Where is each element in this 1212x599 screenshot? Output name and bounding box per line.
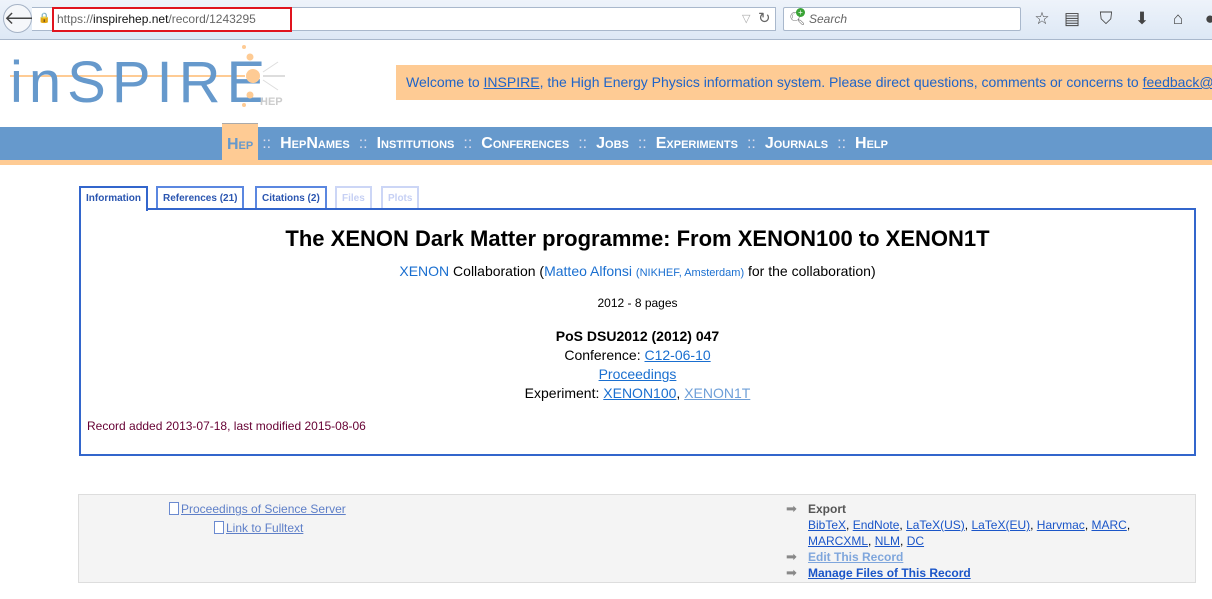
affiliation-link[interactable]: (NIKHEF, Amsterdam) <box>636 267 744 279</box>
export-latex-eu[interactable]: LaTeX(EU) <box>971 518 1030 532</box>
search-placeholder: Search <box>809 12 847 26</box>
nav-conferences[interactable]: Conferences <box>476 127 574 160</box>
experiment-xenon1t-link[interactable]: XENON1T <box>684 385 750 401</box>
banner-text: , the High Energy Physics information sy… <box>540 74 1143 90</box>
reload-icon[interactable]: ↻ <box>758 9 771 27</box>
chat-icon[interactable]: ● <box>1199 9 1212 29</box>
record-detail: The XENON Dark Matter programme: From XE… <box>79 208 1196 456</box>
nav-experiments[interactable]: Experiments <box>651 127 743 160</box>
download-icon[interactable]: ⬇ <box>1131 9 1153 29</box>
arrow-right-icon: ➡ <box>786 501 797 517</box>
pos-server-link[interactable]: Proceedings of Science Server <box>169 502 346 516</box>
nav-institutions[interactable]: Institutions <box>372 127 460 160</box>
nav-separator: :: <box>833 135 850 153</box>
export-nlm[interactable]: NLM <box>875 534 900 548</box>
pocket-icon[interactable]: ⛉ <box>1095 9 1117 29</box>
export-label: Export <box>808 502 846 516</box>
tab-plots: Plots <box>381 186 419 209</box>
record-dates: Record added 2013-07-18, last modified 2… <box>87 419 366 433</box>
document-icon <box>214 521 224 534</box>
inspire-logo[interactable]: inSPIRE HEP <box>10 42 300 112</box>
search-input[interactable]: 🔍︎+ Search <box>783 7 1021 31</box>
url-domain: inspirehep.net <box>93 12 168 26</box>
author-link[interactable]: Matteo Alfonsi <box>544 263 632 279</box>
feedback-email-link[interactable]: feedback@inspirehep.net <box>1143 74 1212 90</box>
tab-information[interactable]: Information <box>79 186 148 211</box>
export-marc[interactable]: MARC <box>1091 518 1126 532</box>
export-bibtex[interactable]: BibTeX <box>808 518 846 532</box>
fulltext-link[interactable]: Link to Fulltext <box>214 521 303 535</box>
conference-label: Conference: <box>564 347 644 363</box>
url-text[interactable]: https://inspirehep.net/record/1243295 <box>52 7 292 32</box>
export-harvmac[interactable]: Harvmac <box>1037 518 1085 532</box>
nav-jobs[interactable]: Jobs <box>591 127 634 160</box>
url-bar[interactable]: 🔒 https://inspirehep.net/record/1243295 … <box>32 7 776 31</box>
proceedings-link[interactable]: Proceedings <box>599 366 677 382</box>
url-prefix: https:// <box>57 12 93 26</box>
export-dc[interactable]: DC <box>907 534 924 548</box>
reading-list-icon[interactable]: ▤ <box>1061 9 1083 29</box>
lock-icon: 🔒 <box>38 13 48 25</box>
document-icon <box>169 502 179 515</box>
nav-separator: :: <box>459 135 476 153</box>
authors-text: Collaboration ( <box>449 263 544 279</box>
nav-separator: :: <box>355 135 372 153</box>
conference-link[interactable]: C12-06-10 <box>645 347 711 363</box>
banner-text: Welcome to <box>406 74 484 90</box>
record-title: The XENON Dark Matter programme: From XE… <box>81 226 1194 252</box>
tab-files: Files <box>335 186 372 209</box>
manage-files-link[interactable]: Manage Files of This Record <box>808 566 971 580</box>
welcome-banner: Welcome to INSPIRE, the High Energy Phys… <box>396 65 1212 100</box>
tab-references[interactable]: References (21) <box>156 186 244 209</box>
nav-journals[interactable]: Journals <box>760 127 833 160</box>
nav-separator: :: <box>634 135 651 153</box>
tab-citations[interactable]: Citations (2) <box>255 186 327 209</box>
nav-hep[interactable]: Hep <box>222 123 258 160</box>
svg-text:inSPIRE: inSPIRE <box>10 50 271 112</box>
export-latex-us[interactable]: LaTeX(US) <box>906 518 965 532</box>
main-nav: Hep:: HepNames:: Institutions:: Conferen… <box>0 127 1212 165</box>
back-button[interactable]: 🡐 <box>3 4 32 33</box>
search-icon: 🔍︎+ <box>789 11 806 27</box>
experiment-xenon100-link[interactable]: XENON100 <box>603 385 676 401</box>
logo-hep: HEP <box>260 96 283 108</box>
export-endnote[interactable]: EndNote <box>853 518 900 532</box>
export-marcxml[interactable]: MARCXML <box>808 534 868 548</box>
export-section: ➡Export BibTeX, EndNote, LaTeX(US), LaTe… <box>786 501 1186 581</box>
nav-help[interactable]: Help <box>850 127 893 160</box>
nav-hepnames[interactable]: HepNames <box>275 127 355 160</box>
nav-separator: :: <box>258 135 275 153</box>
dropdown-arrow-icon[interactable]: ▽ <box>742 12 750 25</box>
bookmark-star-icon[interactable]: ☆ <box>1031 9 1053 29</box>
arrow-right-icon: ➡ <box>786 565 797 581</box>
authors: XENON Collaboration (Matteo Alfonsi (NIK… <box>81 263 1194 279</box>
collaboration-link[interactable]: XENON <box>399 263 449 279</box>
nav-separator: :: <box>743 135 760 153</box>
edit-record-link[interactable]: Edit This Record <box>808 550 903 564</box>
links-panel: Proceedings of Science Server Link to Fu… <box>78 494 1196 583</box>
experiment-label: Experiment: <box>525 385 604 401</box>
authors-text: for the collaboration) <box>744 263 876 279</box>
inspire-link[interactable]: INSPIRE <box>484 74 540 90</box>
url-path: /record/1243295 <box>168 12 255 26</box>
home-icon[interactable]: ⌂ <box>1167 9 1189 29</box>
pos-server-text[interactable]: Proceedings of Science Server <box>181 502 346 516</box>
browser-toolbar: 🡐 🔒 https://inspirehep.net/record/124329… <box>0 0 1212 40</box>
arrow-right-icon: ➡ <box>786 549 797 565</box>
fulltext-text[interactable]: Link to Fulltext <box>226 521 303 535</box>
publication-info: PoS DSU2012 (2012) 047 Conference: C12-0… <box>81 327 1194 403</box>
year-pages: 2012 - 8 pages <box>81 296 1194 310</box>
journal-ref: PoS DSU2012 (2012) 047 <box>556 328 719 344</box>
nav-separator: :: <box>574 135 591 153</box>
